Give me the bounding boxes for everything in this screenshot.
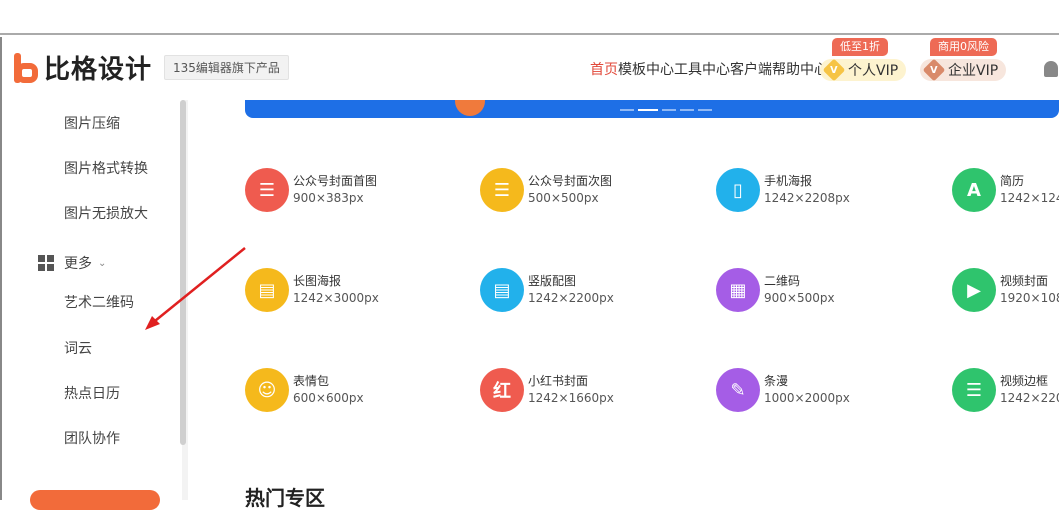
annotation-arrow (145, 247, 246, 330)
